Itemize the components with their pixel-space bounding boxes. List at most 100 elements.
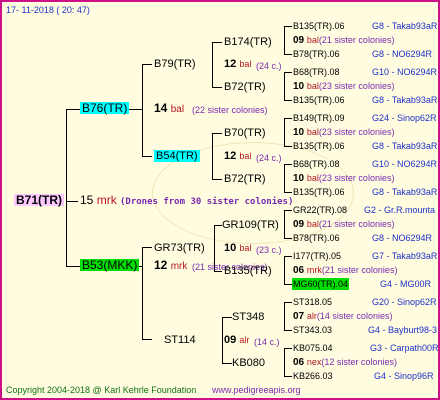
connector — [222, 317, 232, 318]
gen2-queen[interactable]: B79(TR) — [154, 58, 196, 70]
gen1-queen-id: B76(TR) — [82, 101, 128, 115]
gen1-tag: mrk — [170, 261, 188, 272]
connector — [284, 330, 292, 331]
connector — [142, 156, 152, 157]
gen4-tag: alr — [306, 311, 317, 321]
gen4-mid: 06 nex(12 sister colonies) — [293, 356, 397, 369]
gen1-b53-info: 12 mrk — [154, 259, 187, 273]
gen2-queen[interactable]: ST114 — [164, 334, 196, 346]
gen4-sire[interactable]: I177(TR).05 — [293, 250, 341, 262]
connector — [284, 348, 285, 376]
connector — [284, 26, 285, 54]
gen4-dam[interactable]: KB266.03 — [293, 370, 333, 382]
gen2-note: (24 c.) — [256, 153, 282, 163]
gen4-tag: mrk — [306, 265, 322, 275]
gen4-tag: bal — [306, 173, 319, 183]
gen1-queen-id: B53(MKK) — [82, 258, 138, 272]
connector — [284, 164, 285, 192]
gen4-dam[interactable]: B135(TR).06 — [293, 140, 345, 152]
gen4-origin: G4 - MG00R — [380, 279, 432, 289]
gen3-queen[interactable]: B174(TR) — [224, 36, 272, 48]
connector — [284, 284, 292, 285]
connector — [284, 26, 292, 27]
gen3-queen[interactable]: ST348 — [232, 311, 264, 323]
gen4-origin: G3 - Carpath00R — [370, 343, 439, 353]
connector — [142, 339, 152, 340]
gen4-dam[interactable]: MG60(TR).04 — [292, 278, 350, 290]
connector — [284, 192, 292, 193]
connector — [66, 109, 80, 110]
connector — [284, 302, 285, 330]
gen4-origin: G24 - Sinop62R — [372, 113, 437, 123]
connector — [142, 64, 152, 65]
gen3-queen[interactable]: GR109(TR) — [222, 219, 279, 231]
gen4-sire[interactable]: B149(TR).09 — [293, 112, 345, 124]
connector — [284, 210, 285, 238]
connector — [284, 118, 285, 146]
connector — [66, 109, 67, 266]
gen4-dam[interactable]: B135(TR).06 — [293, 186, 345, 198]
gen1-queen-b53[interactable]: B53(MKK) — [80, 258, 140, 272]
gen3-queen[interactable]: B72(TR) — [224, 173, 266, 185]
gen4-sire[interactable]: B68(TR).08 — [293, 158, 340, 170]
gen4-sire[interactable]: KB075.04 — [293, 342, 333, 354]
gen3-queen[interactable]: KB080 — [232, 357, 265, 369]
gen4-note: (12 sister colonies) — [321, 357, 397, 367]
gen4-num: 10 — [293, 173, 305, 184]
gen4-note: (14 sister colonies) — [316, 311, 393, 321]
gen4-num: 06 — [293, 265, 305, 276]
gen4-origin: G20 - Sinop62R — [372, 297, 437, 307]
connector — [284, 100, 292, 101]
gen3-queen[interactable]: B70(TR) — [224, 127, 266, 139]
gen2-num: 12 — [224, 58, 237, 70]
gen4-mid: 10 bal(23 sister colonies) — [293, 80, 394, 93]
gen1-num: 14 — [154, 101, 168, 115]
gen3-queen[interactable]: B135(TR) — [224, 265, 272, 277]
gen4-origin: G4 - Bayburt98-3 — [368, 325, 438, 335]
gen2-queen[interactable]: GR73(TR) — [154, 242, 205, 254]
gen2-num: 12 — [224, 150, 237, 162]
gen4-tag: bal — [306, 127, 319, 137]
gen4-sire[interactable]: ST318.05 — [293, 296, 332, 308]
connector — [128, 109, 142, 110]
gen2-info: 12 bal — [224, 58, 251, 70]
connector — [284, 118, 292, 119]
gen3-queen[interactable]: B72(TR) — [224, 81, 266, 93]
gen2-queen-id: B54(TR) — [156, 150, 198, 162]
site-link[interactable]: www.pedigreeapis.org — [212, 384, 301, 396]
gen4-origin: G8 - Takab93aR — [372, 21, 438, 31]
gen4-num: 10 — [293, 127, 305, 138]
gen2-info: 12 bal — [224, 150, 251, 162]
gen4-sire[interactable]: GR22(TR).08 — [293, 204, 347, 216]
gen4-origin: G10 - NO6294R — [372, 67, 438, 77]
gen2-num: 10 — [224, 242, 237, 254]
gen4-sire[interactable]: B68(TR).08 — [293, 66, 340, 78]
root-queen[interactable]: B71(TR) — [14, 194, 65, 206]
gen4-dam[interactable]: ST343.03 — [293, 324, 332, 336]
gen4-tag: bal — [306, 219, 319, 229]
connector — [222, 363, 232, 364]
connector — [284, 72, 285, 100]
gen4-origin: G8 - Takab93aR — [372, 95, 438, 105]
gen4-mid: 10 bal(23 sister colonies) — [293, 126, 394, 139]
connector — [212, 133, 222, 134]
gen4-sire[interactable]: B135(TR).06 — [293, 20, 345, 32]
connector — [212, 87, 222, 88]
gen4-origin: G4 - Sinop96R — [374, 371, 434, 381]
gen4-dam[interactable]: B78(TR).06 — [293, 48, 340, 60]
gen4-dam[interactable]: B78(TR).06 — [293, 232, 340, 244]
gen4-origin: G10 - NO6294R — [372, 159, 438, 169]
gen1-queen-b76[interactable]: B76(TR) — [80, 101, 130, 115]
gen4-tag: bal — [306, 35, 319, 45]
root-drone-note: (Drones from 30 sister colonies) — [120, 197, 294, 207]
gen4-mid: 09 bal(21 sister colonies) — [293, 218, 394, 231]
gen4-num: 06 — [293, 357, 305, 368]
gen2-queen[interactable]: B54(TR) — [154, 150, 200, 162]
gen4-origin: G8 - NO6294R — [372, 233, 433, 243]
gen2-note: (24 c.) — [256, 61, 282, 71]
gen2-tag: bal — [239, 243, 252, 253]
gen4-dam[interactable]: B135(TR).06 — [293, 94, 345, 106]
gen4-tag: nex — [306, 357, 322, 367]
copyright-text: Copyright 2004-2018 @ Karl Kehrle Founda… — [6, 385, 197, 395]
connector — [66, 266, 80, 267]
